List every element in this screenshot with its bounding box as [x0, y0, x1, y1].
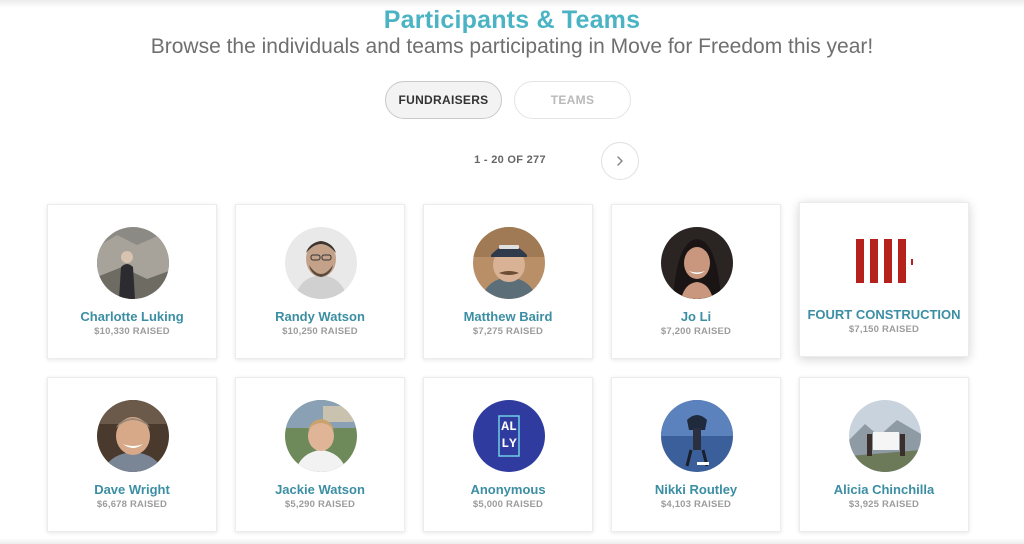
fundraiser-card[interactable]: Randy Watson $10,250 RAISED [235, 204, 405, 359]
avatar [849, 400, 921, 472]
fourt-construction-logo [856, 239, 913, 283]
fundraiser-amount: $4,103 RAISED [660, 499, 732, 510]
fundraiser-name[interactable]: Alicia Chinchilla [800, 482, 968, 497]
fundraiser-amount: $7,150 RAISED [848, 324, 920, 335]
fundraiser-amount: $10,330 RAISED [94, 326, 170, 337]
chevron-right-icon [617, 156, 623, 166]
fundraiser-card[interactable]: Jo Li $7,200 RAISED [611, 204, 781, 359]
fundraiser-card[interactable]: Alicia Chinchilla $3,925 RAISED [799, 377, 969, 532]
fundraiser-amount: $7,200 RAISED [660, 326, 732, 337]
pagination-range: 1 - 20 OF 277 [474, 154, 546, 166]
fundraiser-card[interactable]: Charlotte Luking $10,330 RAISED [47, 204, 217, 359]
fundraiser-name[interactable]: Matthew Baird [424, 309, 592, 324]
fundraiser-card[interactable]: FOURT CONSTRUCTION $7,150 RAISED [799, 202, 969, 357]
bottom-edge-shadow [0, 538, 1024, 544]
fundraiser-name[interactable]: Jo Li [612, 309, 780, 324]
avatar [473, 227, 545, 299]
team-logo [840, 227, 930, 293]
fundraiser-amount: $3,925 RAISED [848, 499, 920, 510]
avatar [661, 227, 733, 299]
fundraiser-amount: $7,275 RAISED [472, 326, 544, 337]
fundraiser-amount: $5,290 RAISED [284, 499, 356, 510]
ally-logo-text: ALLY [501, 419, 517, 451]
fundraiser-name[interactable]: Jackie Watson [236, 482, 404, 497]
tab-fundraisers[interactable]: FUNDRAISERS [385, 81, 502, 119]
fundraiser-name[interactable]: Dave Wright [48, 482, 216, 497]
tab-teams[interactable]: TEAMS [514, 81, 631, 119]
fundraiser-amount: $10,250 RAISED [282, 326, 358, 337]
avatar [97, 227, 169, 299]
avatar [285, 400, 357, 472]
fundraiser-card[interactable]: Jackie Watson $5,290 RAISED [235, 377, 405, 532]
fundraiser-name[interactable]: Randy Watson [236, 309, 404, 324]
fundraiser-amount: $5,000 RAISED [472, 499, 544, 510]
next-page-button[interactable] [601, 142, 639, 180]
fundraiser-name[interactable]: Nikki Routley [612, 482, 780, 497]
fundraiser-name[interactable]: Anonymous [424, 482, 592, 497]
fundraiser-card[interactable]: ALLY Anonymous $5,000 RAISED [423, 377, 593, 532]
page-title: Participants & Teams [383, 6, 641, 34]
fundraiser-card[interactable]: Dave Wright $6,678 RAISED [47, 377, 217, 532]
fundraiser-name[interactable]: Charlotte Luking [48, 309, 216, 324]
avatar [285, 227, 357, 299]
fundraiser-amount: $6,678 RAISED [96, 499, 168, 510]
page-subtitle: Browse the individuals and teams partici… [150, 35, 874, 58]
fundraiser-name[interactable]: FOURT CONSTRUCTION [800, 307, 968, 322]
avatar [661, 400, 733, 472]
avatar [97, 400, 169, 472]
avatar: ALLY [473, 400, 545, 472]
fundraiser-card[interactable]: Nikki Routley $4,103 RAISED [611, 377, 781, 532]
fundraiser-card[interactable]: Matthew Baird $7,275 RAISED [423, 204, 593, 359]
